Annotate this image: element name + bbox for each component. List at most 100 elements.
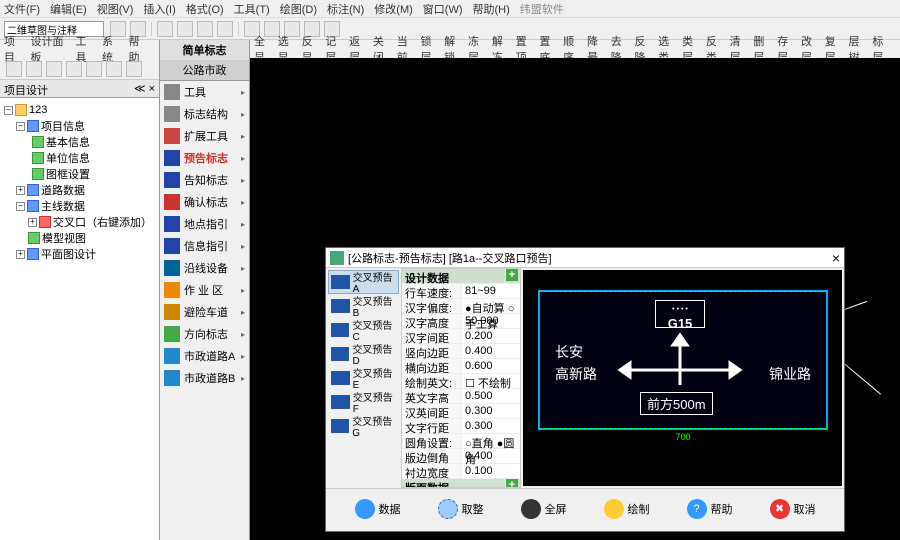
brand-label: 纬盟软件 xyxy=(520,1,564,17)
palette-item[interactable]: 扩展工具▸ xyxy=(160,125,249,147)
dialog-tab[interactable]: 交叉预告D xyxy=(328,342,399,366)
property-grid[interactable]: 设计数据+行车速度:81~99汉字偏度:●自动算 ○手工算汉字高度 H:50.0… xyxy=(401,268,521,488)
menu-item[interactable]: 格式(O) xyxy=(186,1,224,17)
palette-item[interactable]: 避险车道▸ xyxy=(160,301,249,323)
tree-node[interactable]: 模型视图 xyxy=(4,230,155,246)
tool-button[interactable] xyxy=(217,21,233,37)
property-row[interactable]: 圆角设置:○直角 ●圆角 xyxy=(402,434,520,449)
sign-design-dialog: [公路标志-预告标志] [路1a--交叉路口预告] × 交叉预告A交叉预告B交叉… xyxy=(325,247,845,532)
dialog-tab[interactable]: 交叉预告B xyxy=(328,294,399,318)
fullscreen-button[interactable]: 全屏 xyxy=(521,499,567,519)
add-icon[interactable]: + xyxy=(506,269,518,281)
tree-node[interactable]: +交叉口（右键添加） xyxy=(4,214,155,230)
main-menubar: 文件(F) 编辑(E) 视图(V) 插入(I) 格式(O) 工具(T) 绘图(D… xyxy=(0,0,900,18)
dialog-tab[interactable]: 交叉预告A xyxy=(328,270,399,294)
tree-node[interactable]: −主线数据 xyxy=(4,198,155,214)
tree-node[interactable]: −123 xyxy=(4,102,155,118)
palette-item[interactable]: 确认标志▸ xyxy=(160,191,249,213)
dialog-tab[interactable]: 交叉预告C xyxy=(328,318,399,342)
dialog-tab[interactable]: 交叉预告F xyxy=(328,390,399,414)
palette-header: 简单标志 xyxy=(160,40,249,60)
palette-item[interactable]: 方向标志▸ xyxy=(160,323,249,345)
dialog-tab[interactable]: 交叉预告G xyxy=(328,414,399,438)
project-tree[interactable]: −123 −项目信息 基本信息 单位信息 图框设置 +道路数据 −主线数据 +交… xyxy=(0,98,159,540)
sign-text-left1: 长安 xyxy=(555,342,583,362)
sign-text-left2: 高新路 xyxy=(555,364,597,384)
menu-item[interactable]: 修改(M) xyxy=(374,1,413,17)
round-button[interactable]: 取整 xyxy=(438,499,484,519)
tool-button[interactable] xyxy=(86,61,102,77)
left-menu: 项目 设计面板 工具 系统 帮助 xyxy=(0,40,159,58)
dialog-tabs: 交叉预告A交叉预告B交叉预告C交叉预告D交叉预告E交叉预告F交叉预告G xyxy=(326,268,401,488)
palette-item[interactable]: 预告标志▸ xyxy=(160,147,249,169)
tool-button[interactable] xyxy=(157,21,173,37)
tree-node[interactable]: 图框设置 xyxy=(4,166,155,182)
menu-item[interactable]: 窗口(W) xyxy=(423,1,463,17)
property-row[interactable]: 文字行距 D4:0.300 xyxy=(402,419,520,434)
palette-item[interactable]: 告知标志▸ xyxy=(160,169,249,191)
palette-tab[interactable]: 公路市政 xyxy=(160,60,249,81)
add-icon[interactable]: + xyxy=(506,479,518,488)
palette-item[interactable]: 地点指引▸ xyxy=(160,213,249,235)
property-row[interactable]: 版边倒角 R:0.400 xyxy=(402,449,520,464)
property-row[interactable]: 衬边宽度 C:0.100 xyxy=(402,464,520,479)
property-row[interactable]: 汉字高度 H:50.000 xyxy=(402,314,520,329)
tree-node[interactable]: +道路数据 xyxy=(4,182,155,198)
property-row[interactable]: 汉字偏度:●自动算 ○手工算 xyxy=(402,299,520,314)
dialog-tab[interactable]: 交叉预告E xyxy=(328,366,399,390)
arrow-icon xyxy=(615,330,745,390)
tool-button[interactable] xyxy=(46,61,62,77)
palette-item[interactable]: 市政道路B▸ xyxy=(160,367,249,389)
tree-node[interactable]: 单位信息 xyxy=(4,150,155,166)
tool-button[interactable] xyxy=(106,61,122,77)
menu-item[interactable]: 视图(V) xyxy=(97,1,134,17)
palette-item[interactable]: 标志结构▸ xyxy=(160,103,249,125)
property-row[interactable]: 英文字高 H1:0.500 xyxy=(402,389,520,404)
tool-button[interactable] xyxy=(26,61,42,77)
palette-item[interactable]: 作 业 区▸ xyxy=(160,279,249,301)
menu-item[interactable]: 插入(I) xyxy=(143,1,175,17)
left-toolbar xyxy=(0,58,159,80)
dialog-buttons: 数据 取整 全屏 绘制 ?帮助 ✖取消 xyxy=(326,488,844,528)
tool-button[interactable] xyxy=(6,61,22,77)
palette-item[interactable]: 沿线设备▸ xyxy=(160,257,249,279)
palette-item[interactable]: 工具▸ xyxy=(160,81,249,103)
panel-title: 项目设计 xyxy=(4,82,48,95)
tool-button[interactable] xyxy=(66,61,82,77)
cancel-button[interactable]: ✖取消 xyxy=(770,499,816,519)
dialog-titlebar[interactable]: [公路标志-预告标志] [路1a--交叉路口预告] × xyxy=(326,248,844,268)
dimension-label: 700 xyxy=(540,432,826,442)
tree-node[interactable]: 基本信息 xyxy=(4,134,155,150)
palette-item[interactable]: 市政道路A▸ xyxy=(160,345,249,367)
menu-item[interactable]: 文件(F) xyxy=(4,1,40,17)
property-row[interactable]: 横向边距 D2:0.600 xyxy=(402,359,520,374)
left-panel: 项目 设计面板 工具 系统 帮助 项目设计 ≪ × −123 −项目信息 基本信… xyxy=(0,40,160,540)
menu-item[interactable]: 标注(N) xyxy=(327,1,364,17)
property-row[interactable]: 竖向边距 D1:0.400 xyxy=(402,344,520,359)
separator xyxy=(151,22,152,36)
panel-controls[interactable]: ≪ × xyxy=(134,82,155,95)
palette-item[interactable]: 信息指引▸ xyxy=(160,235,249,257)
property-row[interactable]: 汉英间距 D3:0.300 xyxy=(402,404,520,419)
menu-item[interactable]: 帮助(H) xyxy=(473,1,510,17)
data-button[interactable]: 数据 xyxy=(355,499,401,519)
sign-preview[interactable]: • • • • G15 长安 高新路 锦业路 前方500m 700 xyxy=(523,270,842,486)
tree-node[interactable]: +平面图设计 xyxy=(4,246,155,262)
property-row[interactable]: 绘制英文:☐ 不绘制 xyxy=(402,374,520,389)
tool-button[interactable] xyxy=(177,21,193,37)
menu-item[interactable]: 编辑(E) xyxy=(50,1,87,17)
route-shield: G15 xyxy=(656,317,704,331)
sign-text-right: 锦业路 xyxy=(769,364,811,384)
close-icon[interactable]: × xyxy=(832,250,840,266)
tool-button[interactable] xyxy=(126,61,142,77)
tool-button[interactable] xyxy=(197,21,213,37)
property-row[interactable]: 行车速度:81~99 xyxy=(402,284,520,299)
menu-item[interactable]: 工具(T) xyxy=(234,1,270,17)
dialog-title: [公路标志-预告标志] [路1a--交叉路口预告] xyxy=(348,250,552,266)
tree-node[interactable]: −项目信息 xyxy=(4,118,155,134)
property-row[interactable]: 汉字间距 D:0.200 xyxy=(402,329,520,344)
draw-button[interactable]: 绘制 xyxy=(604,499,650,519)
menu-item[interactable]: 绘图(D) xyxy=(280,1,317,17)
help-button[interactable]: ?帮助 xyxy=(687,499,733,519)
sign-text-bottom: 前方500m xyxy=(640,392,713,415)
